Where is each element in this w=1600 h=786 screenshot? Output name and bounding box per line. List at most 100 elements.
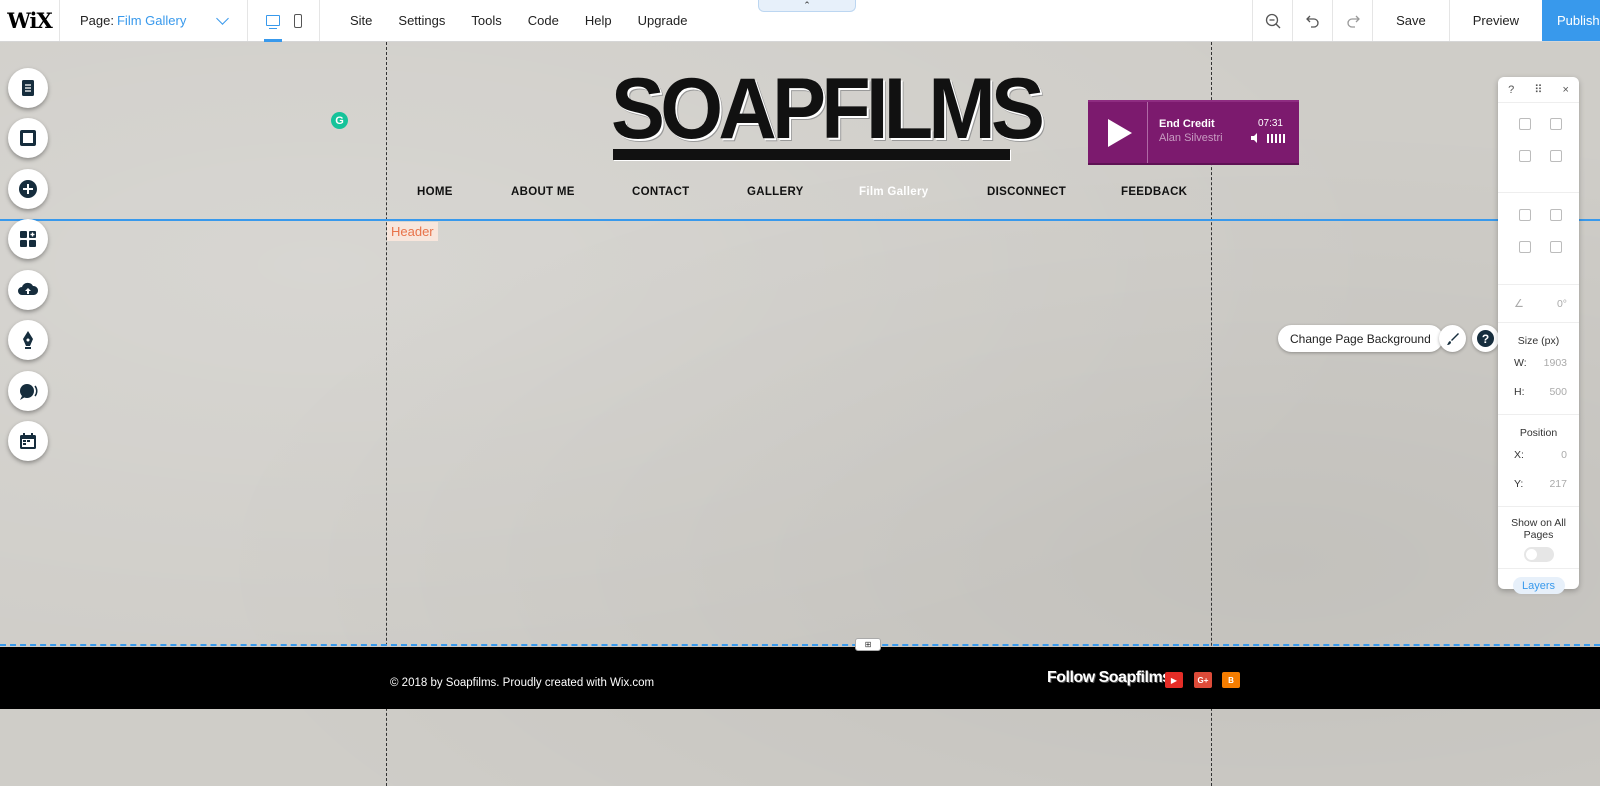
nav-home[interactable]: HOME	[417, 186, 453, 198]
arrange-section	[1498, 103, 1579, 193]
site-footer[interactable]: © 2018 by Soapfilms. Proudly created wit…	[0, 647, 1600, 709]
wix-logo[interactable]: WiX	[0, 0, 60, 41]
panel-help-button[interactable]: ?	[1508, 84, 1514, 96]
google-plus-icon[interactable]: G+	[1194, 672, 1212, 688]
size-label: Size (px)	[1517, 335, 1560, 347]
copy-icon[interactable]	[1519, 118, 1531, 130]
blog-button[interactable]	[8, 320, 48, 360]
editor-menu: Site Settings Tools Code Help Upgrade	[320, 0, 713, 41]
height-value[interactable]: 500	[1549, 386, 1567, 398]
topbar-right-tools: Save Preview Publish	[1252, 0, 1600, 41]
nav-disconnect[interactable]: DISCONNECT	[987, 186, 1066, 198]
menu-help[interactable]: Help	[585, 13, 612, 28]
mobile-icon	[293, 13, 302, 28]
properties-panel: ? ⠿ × ∠ 0° Size (px) W: 1903 H: 500 Posi…	[1498, 77, 1579, 594]
duplicate-icon[interactable]	[1519, 150, 1531, 162]
height-row: H: 500	[1498, 386, 1579, 398]
add-apps-button[interactable]	[8, 219, 48, 259]
chat-icon	[20, 384, 38, 400]
preview-button[interactable]: Preview	[1448, 0, 1542, 41]
play-button[interactable]	[1088, 102, 1148, 163]
height-label: H:	[1514, 386, 1525, 398]
y-row: Y: 217	[1498, 478, 1579, 490]
track-artist: Alan Silvestri	[1159, 132, 1223, 144]
footer-follow-label: Follow Soapfilms:	[1047, 669, 1176, 686]
close-icon[interactable]: ×	[1563, 84, 1569, 96]
align-icon[interactable]	[1550, 209, 1562, 221]
distribute-icon[interactable]	[1519, 241, 1531, 253]
nav-gallery[interactable]: GALLERY	[747, 186, 804, 198]
help-button[interactable]: ?	[1472, 325, 1499, 352]
redo-button[interactable]	[1332, 0, 1372, 41]
page-label: Page:	[80, 13, 114, 28]
menu-tools[interactable]: Tools	[471, 13, 501, 28]
site-logo[interactable]: SOAPFILMS	[611, 61, 1045, 161]
publish-button[interactable]: Publish	[1542, 0, 1600, 41]
nav-about-me[interactable]: ABOUT ME	[511, 186, 575, 198]
background-button[interactable]	[8, 118, 48, 158]
menu-settings[interactable]: Settings	[398, 13, 445, 28]
rotation-section: ∠ 0°	[1498, 285, 1579, 323]
menu-code[interactable]: Code	[528, 13, 559, 28]
volume-control[interactable]	[1251, 133, 1285, 143]
music-player[interactable]: End Credit Alan Silvestri 07:31	[1088, 100, 1299, 163]
desktop-icon	[265, 15, 280, 29]
zoom-out-button[interactable]	[1252, 0, 1292, 41]
zoom-out-icon	[1265, 13, 1281, 28]
nav-film-gallery[interactable]: Film Gallery	[859, 186, 928, 198]
grammarly-icon[interactable]: G	[331, 112, 348, 129]
y-value[interactable]: 217	[1549, 478, 1567, 490]
add-icon	[19, 180, 37, 198]
width-row: W: 1903	[1498, 357, 1579, 369]
editor-top-bar: WiX Page: Film Gallery Site Settings Too…	[0, 0, 1600, 42]
undo-button[interactable]	[1292, 0, 1332, 41]
delete-icon[interactable]	[1550, 150, 1562, 162]
panel-header: ? ⠿ ×	[1498, 77, 1579, 103]
show-on-all-pages-toggle[interactable]	[1523, 547, 1554, 562]
change-page-background-button[interactable]: Change Page Background	[1278, 325, 1443, 352]
footer-copyright: © 2018 by Soapfilms. Proudly created wit…	[390, 677, 655, 689]
page-selector[interactable]: Page: Film Gallery	[60, 0, 248, 41]
bookings-button[interactable]	[8, 421, 48, 461]
editor-canvas[interactable]: SOAPFILMS End Credit Alan Silvestri 07:3…	[0, 42, 1600, 786]
nav-feedback[interactable]: FEEDBACK	[1121, 186, 1187, 198]
chat-button[interactable]	[8, 371, 48, 411]
width-value[interactable]: 1903	[1544, 357, 1567, 369]
design-button[interactable]	[1439, 325, 1466, 352]
nav-contact[interactable]: CONTACT	[632, 186, 689, 198]
volume-bars	[1267, 133, 1285, 143]
blogger-icon[interactable]: B	[1222, 672, 1240, 688]
size-section: Size (px) W: 1903 H: 500	[1498, 323, 1579, 415]
layers-button[interactable]: Layers	[1512, 577, 1565, 594]
collapse-topbar-handle[interactable]: ⌃	[758, 0, 856, 12]
position-section: Position X: 0 Y: 217	[1498, 415, 1579, 507]
header-boundary[interactable]	[0, 219, 1600, 221]
upload-button[interactable]	[8, 270, 48, 310]
save-button[interactable]: Save	[1372, 0, 1449, 41]
current-page-name: Film Gallery	[116, 13, 187, 28]
header-label[interactable]: Header	[387, 222, 438, 241]
menu-upgrade[interactable]: Upgrade	[638, 13, 688, 28]
drag-handle-icon[interactable]: ⠿	[1534, 83, 1542, 96]
add-button[interactable]	[8, 169, 48, 209]
menu-site[interactable]: Site	[350, 13, 372, 28]
match-size-icon[interactable]	[1550, 241, 1562, 253]
youtube-icon[interactable]: ▶	[1165, 672, 1183, 688]
angle-icon: ∠	[1514, 298, 1524, 310]
pages-menu-button[interactable]	[8, 68, 48, 108]
site-logo-underline	[613, 149, 1010, 160]
background-icon	[20, 130, 36, 146]
paste-icon[interactable]	[1550, 118, 1562, 130]
play-icon	[1107, 118, 1132, 147]
mobile-view-button[interactable]	[293, 0, 302, 42]
rotation-value[interactable]: 0°	[1557, 298, 1567, 310]
x-value[interactable]: 0	[1561, 449, 1567, 461]
pages-icon	[22, 80, 34, 96]
arrange-icon[interactable]	[1519, 209, 1531, 221]
site-logo-text: SOAPFILMS	[611, 61, 1045, 157]
x-row: X: 0	[1498, 449, 1579, 461]
footer-boundary[interactable]	[0, 644, 1600, 646]
desktop-view-button[interactable]	[263, 0, 282, 42]
chevron-down-icon	[216, 12, 229, 25]
footer-handle[interactable]: ⊞	[855, 638, 881, 651]
